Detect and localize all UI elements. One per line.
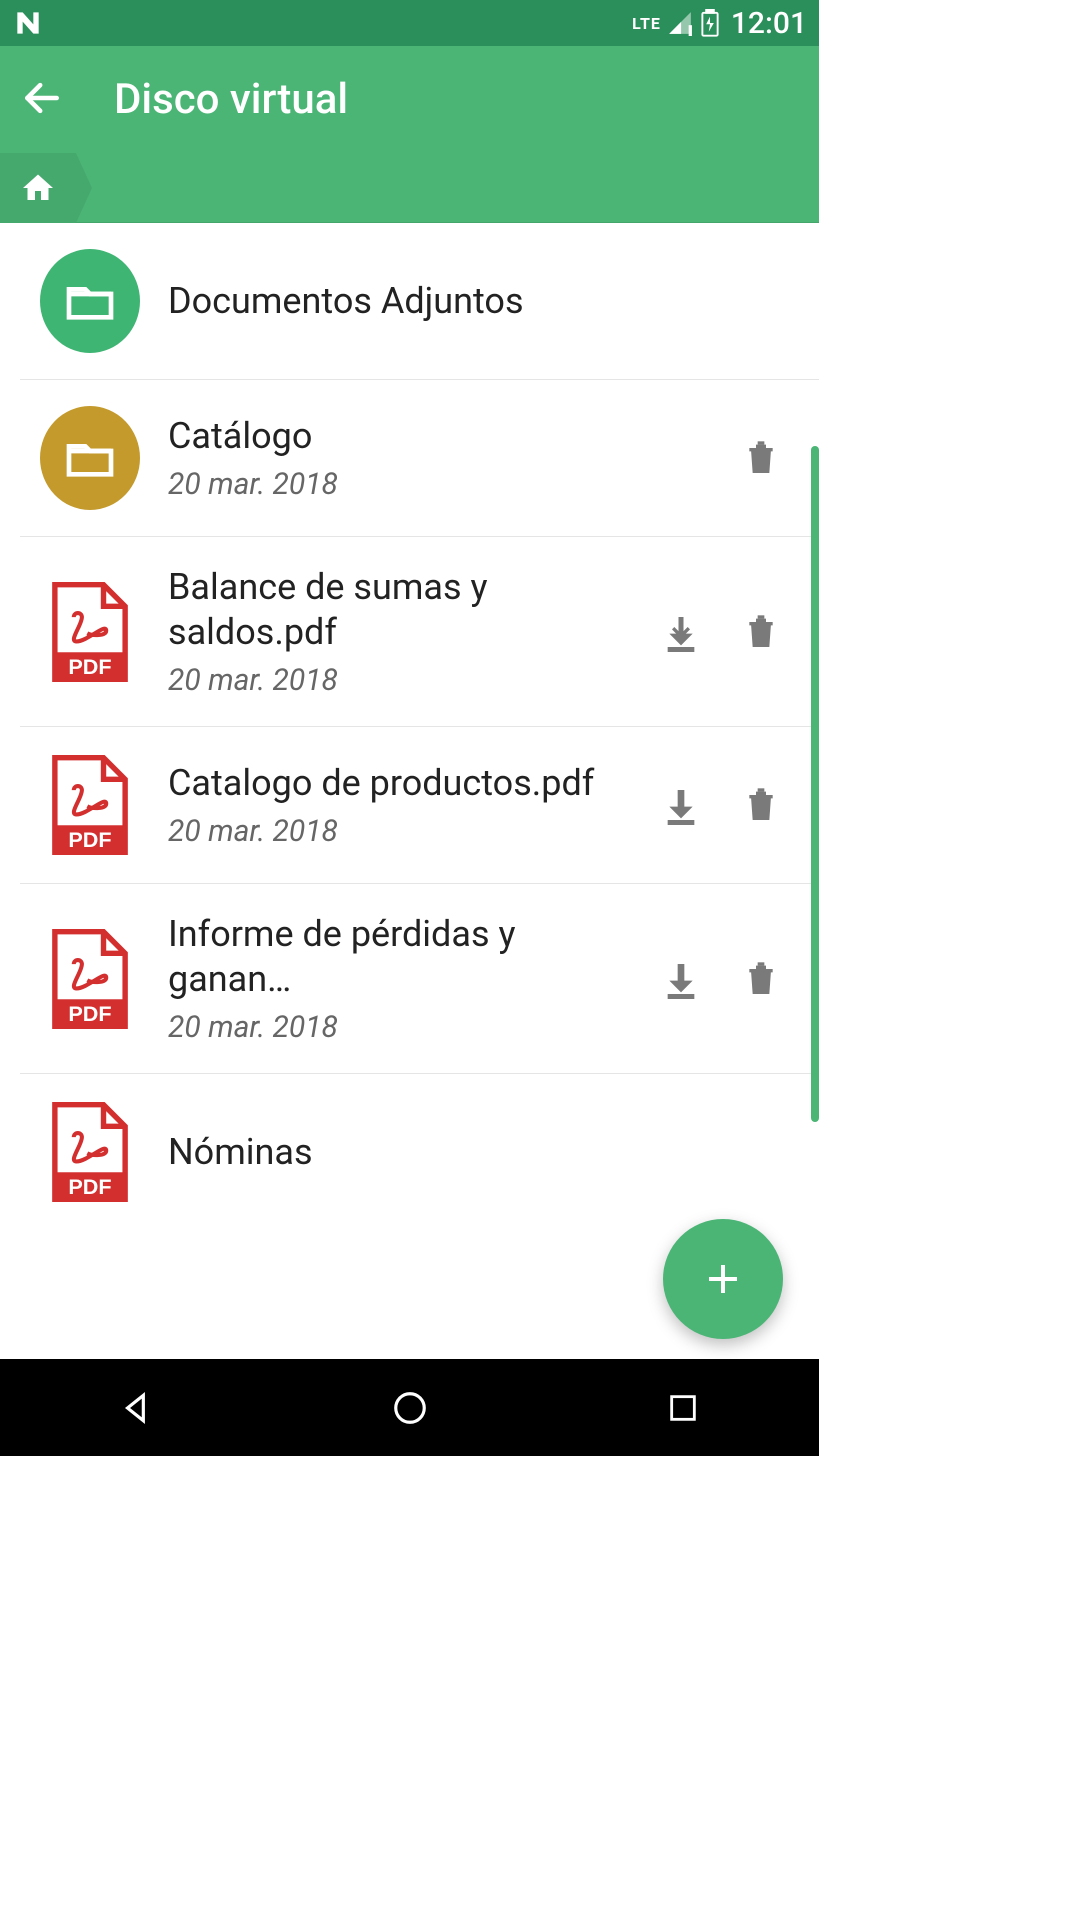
add-fab[interactable] (663, 1219, 783, 1339)
download-icon (661, 612, 701, 652)
item-text: Informe de pérdidas y ganan… 20 mar. 201… (168, 912, 631, 1045)
download-icon (661, 959, 701, 999)
item-icon (40, 251, 140, 351)
trash-icon (741, 610, 781, 654)
home-icon (20, 170, 56, 206)
page-title: Disco virtual (114, 75, 348, 124)
item-title: Balance de sumas y saldos.pdf (168, 565, 631, 655)
delete-button[interactable] (739, 436, 783, 480)
nav-home-icon (391, 1389, 429, 1427)
delete-button[interactable] (739, 957, 783, 1001)
breadcrumb (0, 153, 819, 223)
nav-back-icon (118, 1389, 156, 1427)
svg-text:PDF: PDF (68, 1000, 111, 1025)
folder-icon (62, 273, 118, 329)
item-title: Nóminas (168, 1130, 783, 1175)
item-icon: PDF (40, 929, 140, 1029)
pdf-icon: PDF (48, 929, 132, 1029)
item-icon: PDF (40, 1102, 140, 1202)
item-text: Nóminas (168, 1130, 783, 1175)
item-title: Catálogo (168, 414, 711, 459)
item-icon (40, 408, 140, 508)
item-title: Catalogo de productos.pdf (168, 761, 631, 806)
item-text: Catálogo 20 mar. 2018 (168, 414, 711, 502)
item-text: Documentos Adjuntos (168, 279, 783, 324)
item-text: Balance de sumas y saldos.pdf 20 mar. 20… (168, 565, 631, 698)
signal-icon (667, 10, 693, 36)
download-button[interactable] (659, 610, 703, 654)
trash-icon (741, 436, 781, 480)
item-title: Documentos Adjuntos (168, 279, 783, 324)
item-title: Informe de pérdidas y ganan… (168, 912, 631, 1002)
item-actions (739, 436, 783, 480)
status-left (12, 7, 44, 39)
trash-icon (741, 783, 781, 827)
network-label: LTE (632, 14, 661, 33)
folder-icon (62, 430, 118, 486)
trash-icon (741, 957, 781, 1001)
nav-recent[interactable] (623, 1373, 743, 1443)
pdf-icon: PDF (48, 1102, 132, 1202)
download-button[interactable] (659, 957, 703, 1001)
battery-charging-icon (699, 9, 721, 37)
svg-text:PDF: PDF (68, 827, 111, 852)
svg-text:PDF: PDF (68, 653, 111, 678)
item-date: 20 mar. 2018 (168, 663, 631, 698)
item-date: 20 mar. 2018 (168, 467, 711, 502)
status-right: LTE 12:01 (632, 6, 807, 41)
pdf-icon: PDF (48, 755, 132, 855)
list-item[interactable]: PDF Informe de pérdidas y ganan… 20 mar.… (20, 884, 819, 1074)
android-n-icon (12, 7, 44, 39)
status-bar: LTE 12:01 (0, 0, 819, 46)
clock: 12:01 (731, 6, 807, 41)
list-item[interactable]: Documentos Adjuntos (20, 223, 819, 380)
list-item[interactable]: PDF Balance de sumas y saldos.pdf 20 mar… (20, 537, 819, 727)
list-item[interactable]: PDF Nóminas (20, 1074, 819, 1230)
plus-icon (699, 1255, 747, 1303)
pdf-icon: PDF (48, 582, 132, 682)
scroll-indicator (811, 446, 819, 1122)
list-item[interactable]: Catálogo 20 mar. 2018 (20, 380, 819, 537)
download-button[interactable] (659, 783, 703, 827)
navigation-bar (0, 1359, 819, 1456)
file-list[interactable]: Documentos Adjuntos Catálogo 20 mar. 201… (0, 223, 819, 1359)
item-date: 20 mar. 2018 (168, 1010, 631, 1045)
item-icon: PDF (40, 582, 140, 682)
download-icon (661, 785, 701, 825)
item-icon: PDF (40, 755, 140, 855)
item-actions (659, 957, 783, 1001)
delete-button[interactable] (739, 610, 783, 654)
app-bar: Disco virtual (0, 46, 819, 153)
item-actions (659, 783, 783, 827)
nav-back[interactable] (77, 1373, 197, 1443)
nav-recent-icon (666, 1391, 700, 1425)
item-actions (659, 610, 783, 654)
delete-button[interactable] (739, 783, 783, 827)
back-button[interactable] (20, 76, 64, 124)
svg-text:PDF: PDF (68, 1174, 111, 1199)
item-text: Catalogo de productos.pdf 20 mar. 2018 (168, 761, 631, 849)
list-item[interactable]: PDF Catalogo de productos.pdf 20 mar. 20… (20, 727, 819, 884)
nav-home[interactable] (350, 1373, 470, 1443)
breadcrumb-home[interactable] (0, 153, 76, 223)
item-date: 20 mar. 2018 (168, 814, 631, 849)
